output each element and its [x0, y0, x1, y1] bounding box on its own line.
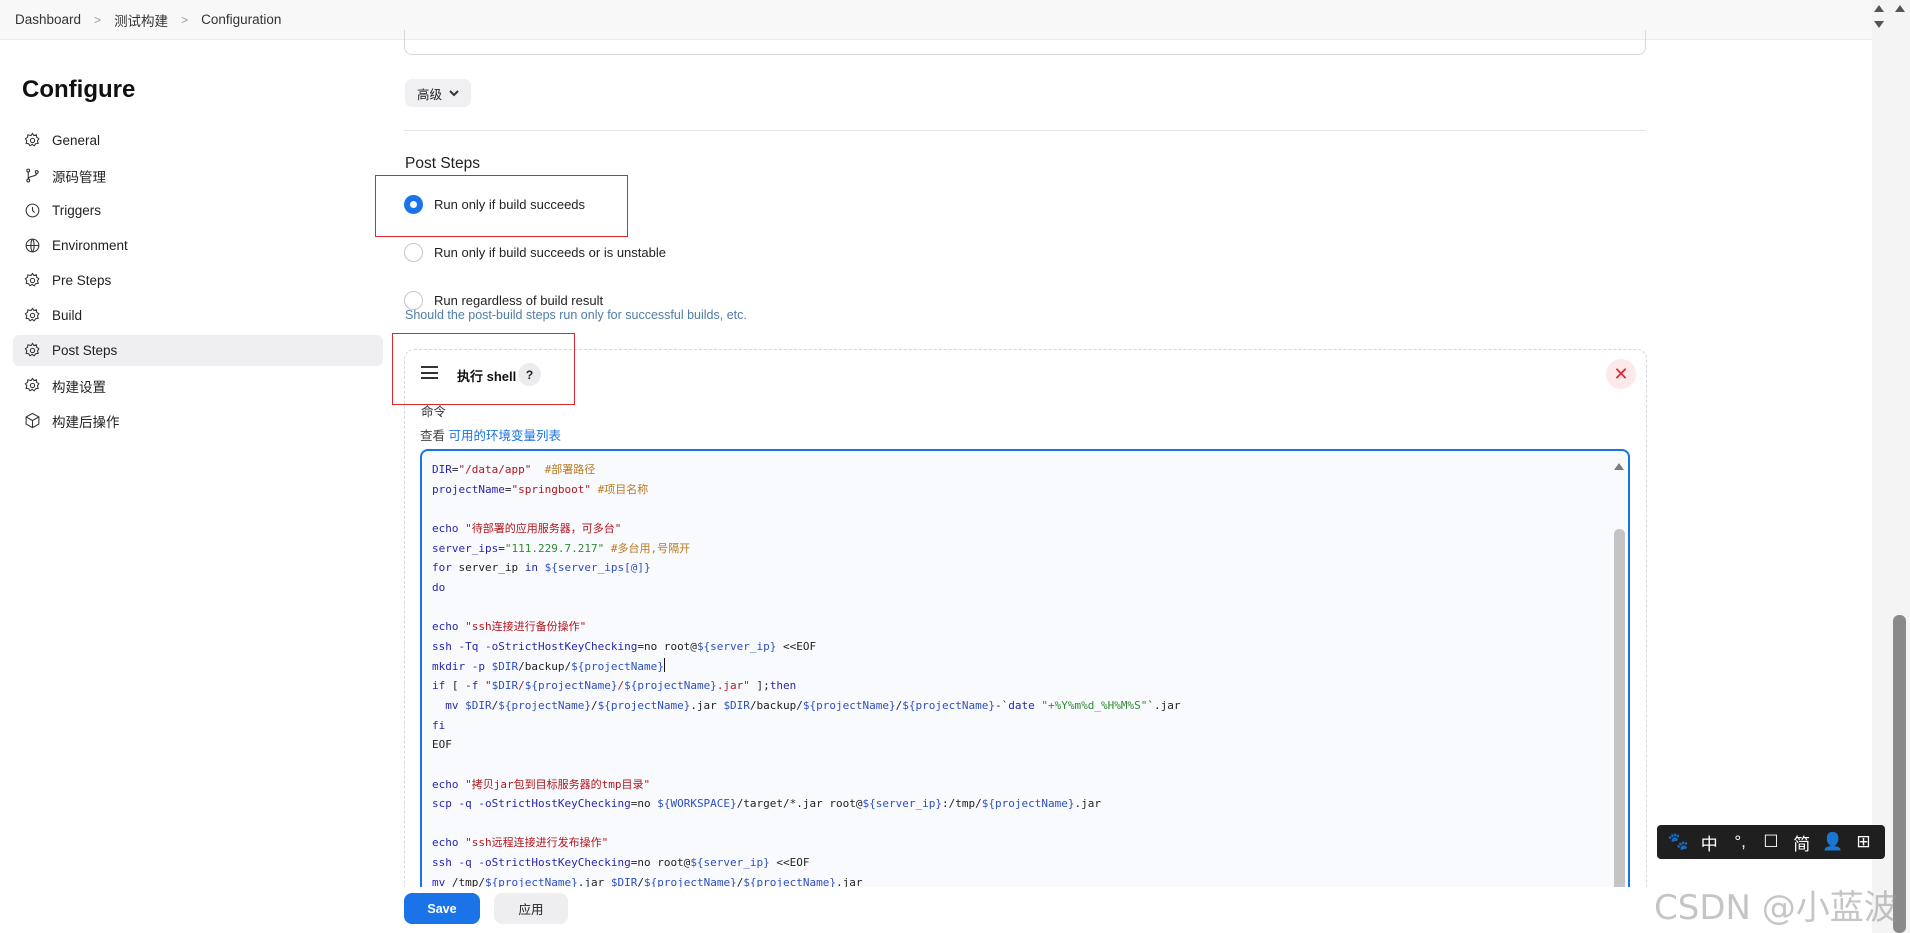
- sidebar-item-label: General: [52, 133, 101, 148]
- scroll-up-icon[interactable]: [1874, 5, 1884, 12]
- paw-icon[interactable]: 🐾: [1666, 832, 1690, 852]
- clock-icon: [23, 202, 41, 220]
- sidebar-item-build-settings[interactable]: 构建设置: [13, 370, 383, 401]
- breadcrumb-configuration[interactable]: Configuration: [201, 12, 281, 27]
- sidebar-item-label: 构建设置: [52, 379, 106, 395]
- env-prefix: 查看: [420, 429, 446, 443]
- punctuation-toggle[interactable]: °,: [1728, 832, 1752, 852]
- section-divider: [404, 130, 1646, 131]
- gear-icon: [23, 132, 41, 150]
- apply-button[interactable]: 应用: [494, 893, 568, 924]
- breadcrumb-project[interactable]: 测试构建: [114, 10, 168, 30]
- radio-unchecked-icon[interactable]: [404, 243, 423, 262]
- sidebar-item-post-build[interactable]: 构建后操作: [13, 405, 383, 436]
- bottom-action-bar: [390, 887, 1660, 933]
- close-icon[interactable]: ✕: [1606, 359, 1636, 389]
- chevron-right-icon: >: [181, 12, 189, 27]
- radio-run-if-succeeds-or-unstable[interactable]: Run only if build succeeds or is unstabl…: [404, 243, 666, 262]
- scroll-up-icon[interactable]: [1614, 463, 1624, 470]
- sidebar-item-label: 源码管理: [52, 169, 106, 185]
- command-label: 命令: [421, 405, 447, 419]
- sidebar-item-label: Post Steps: [52, 343, 118, 358]
- sidebar-item-post-steps[interactable]: Post Steps: [13, 335, 383, 366]
- ime-simplified-toggle[interactable]: 简: [1790, 830, 1814, 855]
- sidebar-item-pre-steps[interactable]: Pre Steps: [13, 265, 383, 296]
- page-title: Configure: [22, 76, 136, 103]
- sidebar-item-triggers[interactable]: Triggers: [13, 195, 383, 226]
- sidebar-item-build[interactable]: Build: [13, 300, 383, 331]
- editor-scrollbar[interactable]: [1614, 529, 1625, 917]
- env-vars-line: 查看 可用的环境变量列表: [420, 425, 561, 444]
- sidebar-nav: General 源码管理 Triggers Environment Pre St…: [13, 125, 383, 440]
- previous-section-box: [404, 30, 1646, 55]
- highlight-box: [392, 333, 575, 405]
- sidebar-item-label: Environment: [52, 238, 128, 253]
- advanced-label: 高级: [416, 87, 442, 102]
- radio-label: Run only if build succeeds or is unstabl…: [434, 245, 666, 260]
- gear-icon: [23, 307, 41, 325]
- sidebar-item-scm[interactable]: 源码管理: [13, 160, 383, 191]
- sidebar-item-label: Build: [52, 308, 83, 323]
- chevron-right-icon: >: [94, 12, 102, 27]
- sidebar-item-general[interactable]: General: [13, 125, 383, 156]
- cube-icon: [23, 412, 41, 430]
- advanced-button[interactable]: 高级: [405, 79, 471, 107]
- grid-icon[interactable]: ⊞: [1851, 832, 1875, 852]
- scroll-down-icon[interactable]: [1874, 21, 1884, 28]
- gear-icon: [23, 342, 41, 360]
- chevron-down-icon: [449, 90, 459, 97]
- globe-icon: [23, 237, 41, 255]
- save-button[interactable]: Save: [404, 893, 480, 924]
- radio-help-text: Should the post-build steps run only for…: [405, 308, 747, 322]
- env-vars-link[interactable]: 可用的环境变量列表: [449, 429, 562, 443]
- section-title: Post Steps: [405, 155, 480, 172]
- keyboard-icon[interactable]: ☐: [1759, 832, 1783, 852]
- gear-icon: [23, 377, 41, 395]
- breadcrumb-dashboard[interactable]: Dashboard: [15, 12, 81, 27]
- sidebar-item-environment[interactable]: Environment: [13, 230, 383, 261]
- radio-label: Run regardless of build result: [434, 293, 604, 308]
- ime-toolbar: 🐾 中 °, ☐ 简 👤 ⊞: [1657, 825, 1885, 859]
- sidebar-item-label: 构建后操作: [52, 414, 120, 430]
- scroll-up-icon[interactable]: [1895, 5, 1905, 12]
- ime-language-toggle[interactable]: 中: [1697, 830, 1721, 855]
- git-branch-icon: [23, 167, 41, 185]
- gear-icon: [23, 272, 41, 290]
- user-icon[interactable]: 👤: [1821, 832, 1845, 852]
- watermark: CSDN @小蓝波: [1654, 888, 1898, 928]
- code-content[interactable]: DIR="/data/app" #部署路径 projectName="sprin…: [432, 460, 1180, 892]
- sidebar-item-label: Triggers: [52, 203, 102, 218]
- command-editor[interactable]: DIR="/data/app" #部署路径 projectName="sprin…: [420, 449, 1630, 919]
- sidebar-item-label: Pre Steps: [52, 273, 112, 288]
- highlight-box: [375, 175, 628, 237]
